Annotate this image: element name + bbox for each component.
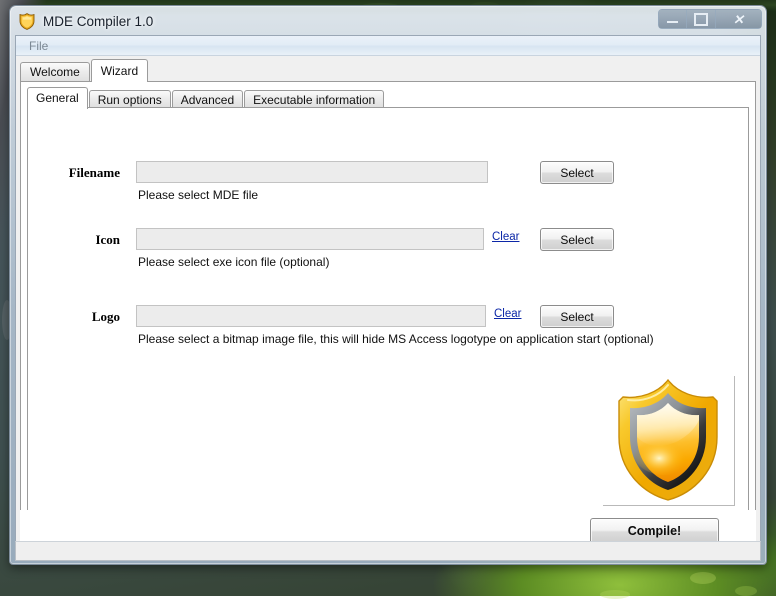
application-window: MDE Compiler 1.0 ✕ File Welcome Wizard G…	[9, 5, 767, 565]
tab-welcome[interactable]: Welcome	[20, 62, 90, 81]
icon-select-button[interactable]: Select	[540, 228, 614, 251]
menu-item-file[interactable]: File	[25, 39, 52, 53]
close-icon: ✕	[733, 11, 744, 27]
icon-input[interactable]	[136, 228, 484, 250]
filename-label: Filename	[68, 165, 120, 180]
window-title: MDE Compiler 1.0	[43, 13, 154, 29]
tab-executable-information[interactable]: Executable information	[244, 90, 385, 108]
icon-label: Icon	[95, 232, 120, 247]
status-bar	[15, 541, 761, 561]
title-bar[interactable]: MDE Compiler 1.0 ✕	[10, 6, 766, 36]
shield-icon	[19, 12, 35, 30]
tab-run-options[interactable]: Run options	[88, 90, 171, 108]
inner-tab-strip: General Run options Advanced Executable …	[27, 86, 385, 109]
wizard-panel: General Run options Advanced Executable …	[20, 81, 756, 527]
form-row-filename: Filename Select Please select MDE file	[28, 161, 748, 211]
maximize-icon	[694, 12, 708, 26]
logo-input[interactable]	[136, 305, 486, 327]
minimize-button[interactable]	[658, 9, 687, 29]
shield-logo-icon	[618, 378, 718, 501]
client-area: File Welcome Wizard General Run options …	[15, 35, 761, 558]
outer-tab-strip: Welcome Wizard	[20, 59, 760, 82]
minimize-icon	[667, 20, 678, 23]
filename-input[interactable]	[136, 161, 488, 183]
icon-hint: Please select exe icon file (optional)	[138, 255, 330, 269]
tab-wizard[interactable]: Wizard	[90, 59, 149, 82]
tab-advanced[interactable]: Advanced	[171, 90, 244, 108]
icon-clear-link[interactable]: Clear	[492, 231, 519, 243]
logo-select-button[interactable]: Select	[540, 305, 614, 328]
filename-select-button[interactable]: Select	[540, 161, 614, 184]
tab-general[interactable]: General	[27, 87, 88, 109]
form-row-logo: Logo Clear Select Please select a bitmap…	[28, 305, 748, 355]
maximize-button[interactable]	[687, 9, 716, 29]
shield-logo-preview	[603, 376, 735, 506]
menu-bar: File	[16, 36, 760, 56]
general-tab-panel: Filename Select Please select MDE file I…	[27, 107, 749, 520]
logo-hint: Please select a bitmap image file, this …	[138, 332, 654, 346]
logo-clear-link[interactable]: Clear	[494, 308, 521, 320]
filename-hint: Please select MDE file	[138, 188, 259, 202]
logo-label: Logo	[91, 309, 120, 324]
caption-button-group: ✕	[658, 9, 762, 29]
close-button[interactable]: ✕	[716, 9, 762, 29]
form-row-icon: Icon Clear Select Please select exe icon…	[28, 228, 748, 278]
